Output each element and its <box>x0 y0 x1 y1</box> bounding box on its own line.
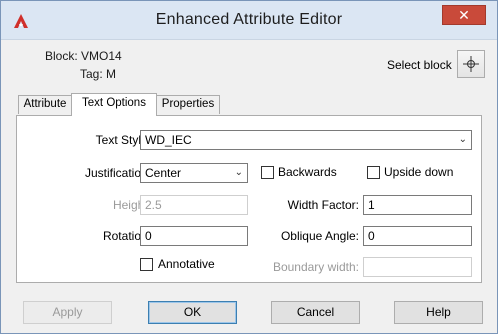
help-button[interactable]: Help <box>394 301 483 324</box>
rotation-field[interactable]: 0 <box>140 226 248 246</box>
window-title: Enhanced Attribute Editor <box>155 11 343 28</box>
tab-attribute[interactable]: Attribute <box>18 95 72 114</box>
oblique-angle-field[interactable]: 0 <box>363 226 472 246</box>
close-button[interactable]: ✕ <box>442 5 486 25</box>
boundary-width-label: Boundary width: <box>272 260 359 274</box>
width-factor-field[interactable]: 1 <box>363 195 472 215</box>
text-style-value: WD_IEC <box>145 133 192 147</box>
chevron-down-icon: ⌄ <box>458 134 467 145</box>
select-block-button[interactable] <box>457 50 485 78</box>
annotative-label: Annotative <box>158 257 215 271</box>
text-style-dropdown[interactable]: WD_IEC ⌄ <box>140 130 472 150</box>
dialog-body: Block: VMO14 Tag: M Select block Attribu… <box>1 40 497 333</box>
boundary-width-field[interactable] <box>363 257 472 277</box>
tag-name: Tag: M <box>80 67 117 81</box>
backwards-checkbox[interactable] <box>261 166 274 179</box>
apply-button[interactable]: Apply <box>23 301 112 324</box>
block-name: Block: VMO14 <box>45 49 122 63</box>
width-factor-label: Width Factor: <box>287 198 359 212</box>
chevron-down-icon: ⌄ <box>234 167 243 178</box>
upside-down-label: Upside down <box>384 165 454 179</box>
crosshair-icon <box>463 56 479 72</box>
title-bar[interactable]: Enhanced Attribute Editor ✕ <box>1 1 497 40</box>
tab-properties[interactable]: Properties <box>156 95 220 114</box>
dialog-window: Enhanced Attribute Editor ✕ Block: VMO14… <box>0 0 498 334</box>
justification-dropdown[interactable]: Center ⌄ <box>140 163 248 183</box>
backwards-label: Backwards <box>278 165 337 179</box>
oblique-angle-label: Oblique Angle: <box>280 229 359 243</box>
text-options-panel: Text Style: WD_IEC ⌄ Justification: Cent… <box>16 115 482 283</box>
height-field[interactable]: 2.5 <box>140 195 248 215</box>
cancel-button[interactable]: Cancel <box>271 301 360 324</box>
select-block-label: Select block <box>387 58 452 72</box>
ok-button[interactable]: OK <box>148 301 237 324</box>
annotative-checkbox[interactable] <box>140 258 153 271</box>
upside-down-checkbox[interactable] <box>367 166 380 179</box>
tab-text-options[interactable]: Text Options <box>71 93 157 116</box>
justification-value: Center <box>145 166 182 180</box>
